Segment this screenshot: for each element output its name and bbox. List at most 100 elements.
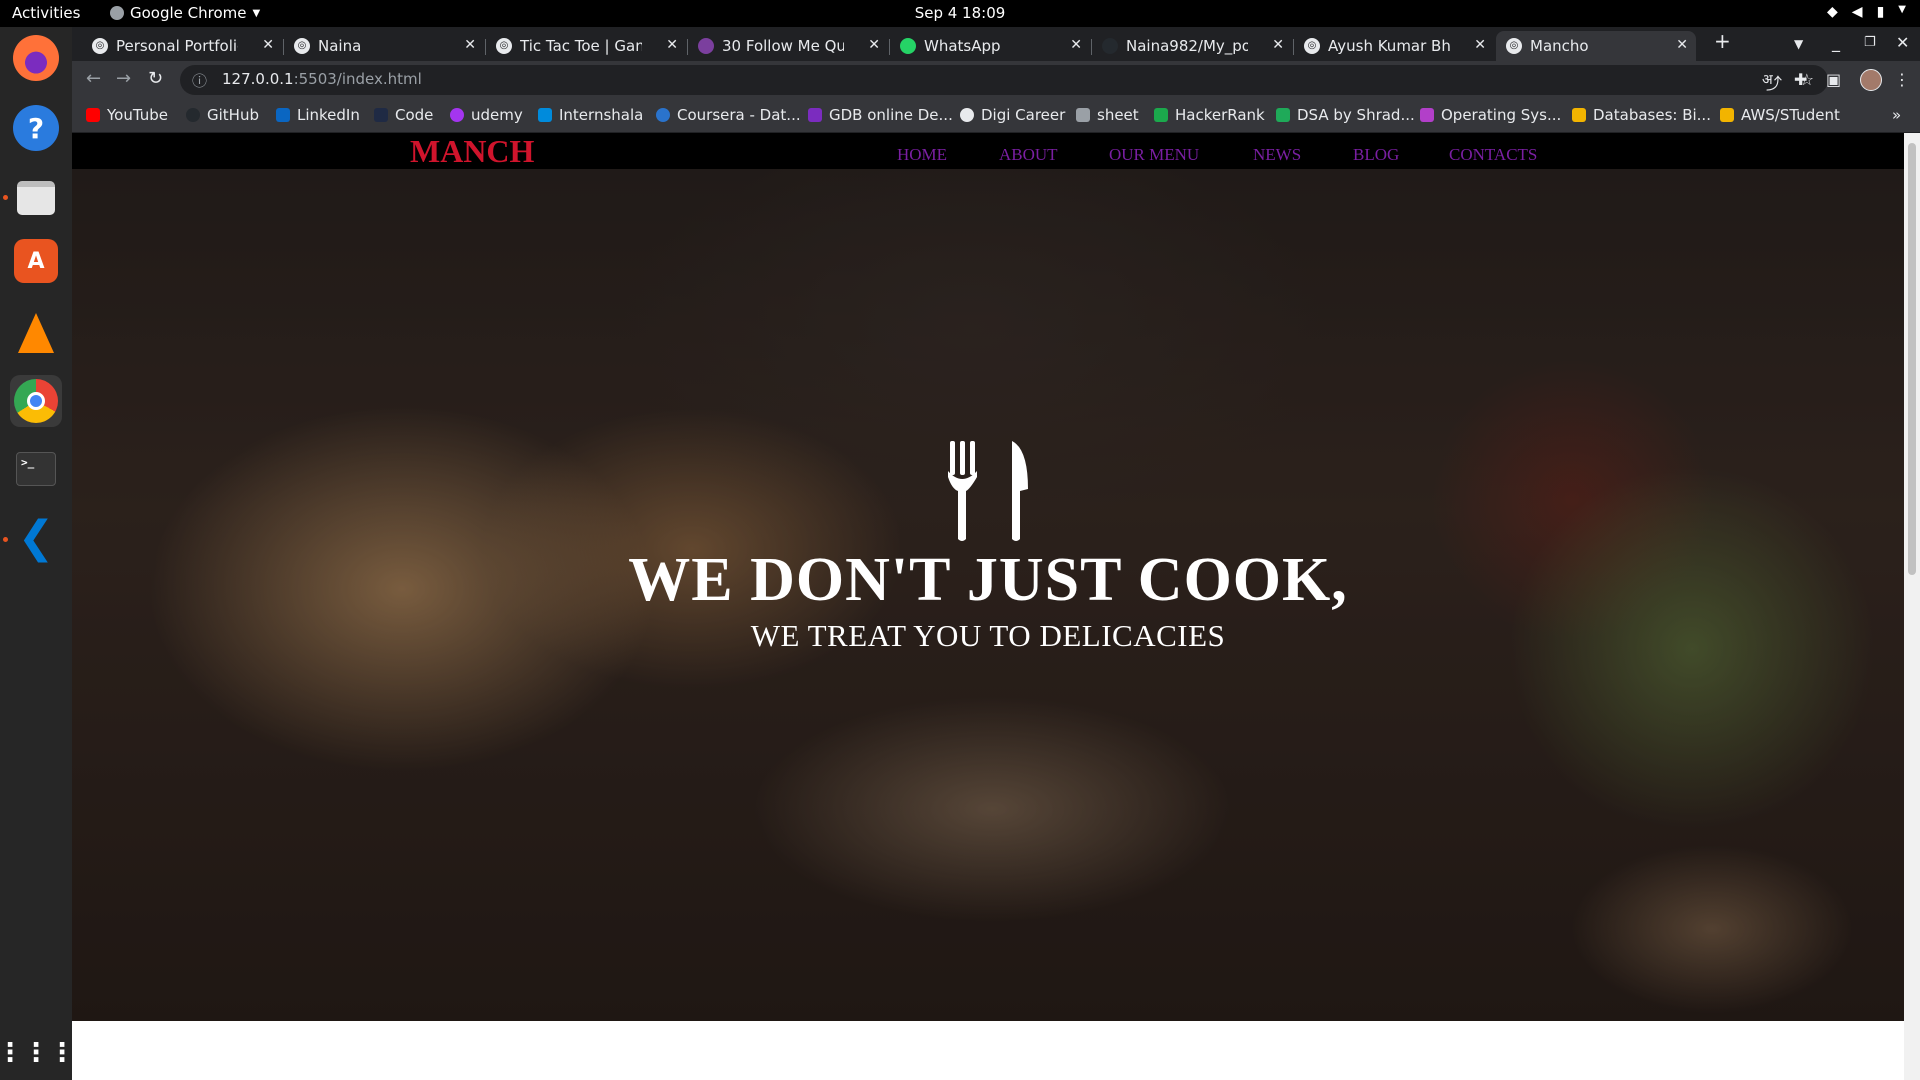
- help-icon[interactable]: ?: [13, 105, 59, 151]
- nav-link-home[interactable]: HOME: [897, 145, 947, 165]
- tab[interactable]: Naina982/My_portfo ✕: [1092, 31, 1292, 61]
- sheets-icon: [1276, 108, 1290, 122]
- firefox-icon[interactable]: [13, 35, 59, 81]
- back-icon[interactable]: ←: [86, 68, 101, 89]
- dock: ? A >_ ❮ ⋮⋮⋮: [0, 27, 75, 1080]
- vscode-icon[interactable]: ❮: [10, 511, 62, 563]
- close-icon[interactable]: ✕: [1272, 37, 1284, 53]
- terminal-icon[interactable]: >_: [10, 443, 62, 495]
- tab-title: Tic Tac Toe | Game: [520, 37, 642, 55]
- site-logo[interactable]: MANCH: [410, 133, 534, 169]
- browser-toolbar: ← → ↻ ⓘ 127.0.0.1:5503/index.html ⤴ ☆ अ …: [72, 61, 1920, 99]
- chevron-down-icon: ▼: [252, 7, 261, 19]
- gdb-icon: [808, 108, 822, 122]
- info-icon[interactable]: ⓘ: [192, 70, 207, 91]
- close-window-icon[interactable]: ✕: [1896, 33, 1909, 52]
- tab[interactable]: ◎ Tic Tac Toe | Game ✕: [486, 31, 686, 61]
- page-viewport: MANCH HOME ABOUT OUR MENU NEWS BLOG CONT…: [72, 133, 1904, 1080]
- bookmark[interactable]: Operating Sys...: [1420, 106, 1561, 124]
- tab-title: 30 Follow Me Quote: [722, 37, 844, 55]
- bookmark[interactable]: HackerRank: [1154, 106, 1265, 124]
- tab[interactable]: ◎ Naina ✕: [284, 31, 484, 61]
- vlc-icon[interactable]: [10, 307, 62, 359]
- tab-title: Ayush Kumar Bhada: [1328, 37, 1450, 55]
- bookmark[interactable]: Code: [374, 106, 433, 124]
- profile-avatar[interactable]: [1860, 69, 1882, 91]
- close-icon[interactable]: ✕: [262, 37, 274, 53]
- page-scrollbar[interactable]: [1904, 133, 1920, 1080]
- new-tab-button[interactable]: +: [1714, 29, 1731, 53]
- close-icon[interactable]: ✕: [868, 37, 880, 53]
- bookmark[interactable]: Coursera - Dat...: [656, 106, 801, 124]
- globe-icon: ◎: [1506, 38, 1522, 54]
- reload-icon[interactable]: ↻: [148, 68, 163, 89]
- address-bar[interactable]: ⓘ 127.0.0.1:5503/index.html ⤴ ☆: [180, 65, 1828, 95]
- tab[interactable]: ◎ Ayush Kumar Bhada ✕: [1294, 31, 1494, 61]
- site-navbar: MANCH HOME ABOUT OUR MENU NEWS BLOG CONT…: [72, 133, 1904, 169]
- hero-heading: WE DON'T JUST COOK,: [628, 546, 1348, 614]
- minimize-icon[interactable]: _: [1832, 33, 1840, 52]
- activities-button[interactable]: Activities: [12, 4, 80, 22]
- bookmark[interactable]: Digi Career: [960, 106, 1065, 124]
- bookmark[interactable]: GDB online De...: [808, 106, 953, 124]
- tab-title: Mancho: [1530, 37, 1589, 55]
- tab[interactable]: ◎ Personal Portfolio W ✕: [82, 31, 282, 61]
- youtube-icon: [86, 108, 100, 122]
- menu-icon[interactable]: ⋮: [1894, 70, 1910, 89]
- nav-link-menu[interactable]: OUR MENU: [1109, 145, 1199, 165]
- bookmark[interactable]: udemy: [450, 106, 523, 124]
- nav-link-contacts[interactable]: CONTACTS: [1449, 145, 1537, 165]
- nav-link-blog[interactable]: BLOG: [1353, 145, 1399, 165]
- software-center-icon[interactable]: A: [14, 239, 58, 283]
- bookmark[interactable]: LinkedIn: [276, 106, 360, 124]
- bookmark[interactable]: sheet: [1076, 106, 1139, 124]
- tab[interactable]: WhatsApp ✕: [890, 31, 1090, 61]
- nav-link-about[interactable]: ABOUT: [999, 145, 1058, 165]
- internshala-icon: [538, 108, 552, 122]
- bookmark[interactable]: YouTube: [86, 106, 168, 124]
- close-icon[interactable]: ✕: [666, 37, 678, 53]
- whatsapp-icon: [900, 38, 916, 54]
- clock[interactable]: Sep 4 18:09: [915, 4, 1006, 22]
- globe-icon: ◎: [294, 38, 310, 54]
- side-panel-icon[interactable]: ▣: [1826, 70, 1841, 89]
- tab-title: WhatsApp: [924, 37, 1001, 55]
- chrome-icon[interactable]: [10, 375, 62, 427]
- close-icon[interactable]: ✕: [1474, 37, 1486, 53]
- system-top-bar: Activities Google Chrome ▼ Sep 4 18:09 ◆…: [0, 0, 1920, 27]
- restore-icon[interactable]: ❐: [1864, 35, 1876, 50]
- globe-icon: ◎: [496, 38, 512, 54]
- cutlery-icon: [948, 441, 1028, 541]
- code-icon: [374, 108, 388, 122]
- show-apps-icon[interactable]: ⋮⋮⋮: [0, 1027, 75, 1079]
- more-bookmarks-icon[interactable]: »: [1892, 106, 1901, 124]
- battery-icon: ▮: [1876, 4, 1885, 20]
- bookmark[interactable]: AWS/STudent: [1720, 106, 1840, 124]
- aws-icon: [1720, 108, 1734, 122]
- bookmark[interactable]: Databases: Bi...: [1572, 106, 1711, 124]
- system-tray[interactable]: ◆ ◀ ▮ ▼: [1827, 4, 1906, 20]
- github-icon: [186, 108, 200, 122]
- extensions-icon[interactable]: ✚: [1794, 70, 1807, 89]
- nav-link-news[interactable]: NEWS: [1253, 145, 1301, 165]
- url-path: :5503/index.html: [293, 70, 422, 88]
- tab[interactable]: 30 Follow Me Quote ✕: [688, 31, 888, 61]
- bookmark[interactable]: DSA by Shrad...: [1276, 106, 1415, 124]
- tab-active[interactable]: ◎ Mancho ✕: [1496, 31, 1696, 61]
- bookmark[interactable]: Internshala: [538, 106, 643, 124]
- close-icon[interactable]: ✕: [464, 37, 476, 53]
- scrollbar-thumb[interactable]: [1908, 143, 1916, 575]
- wifi-icon: ◆: [1827, 4, 1838, 20]
- translate-icon[interactable]: अ: [1762, 70, 1773, 89]
- bookmark[interactable]: GitHub: [186, 106, 259, 124]
- files-icon[interactable]: [10, 172, 62, 224]
- bookmarks-bar: YouTube GitHub LinkedIn Code udemy Inter…: [72, 99, 1920, 133]
- tab-search-icon[interactable]: ▼: [1794, 37, 1803, 51]
- github-icon: [1102, 38, 1118, 54]
- tab-title: Personal Portfolio W: [116, 37, 238, 55]
- app-menu[interactable]: Google Chrome ▼: [110, 4, 260, 22]
- app-name-label: Google Chrome: [130, 4, 247, 22]
- close-icon[interactable]: ✕: [1676, 37, 1688, 53]
- close-icon[interactable]: ✕: [1070, 37, 1082, 53]
- forward-icon[interactable]: →: [116, 68, 131, 89]
